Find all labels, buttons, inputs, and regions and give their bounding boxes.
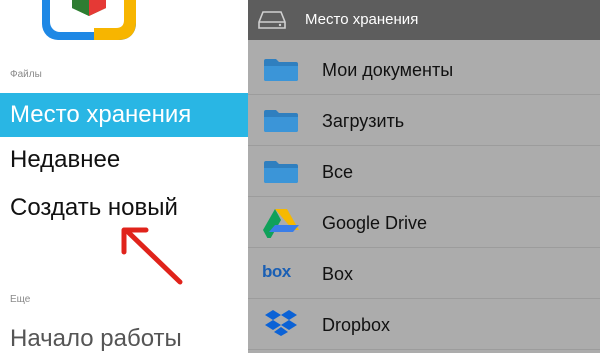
storage-title: Место хранения xyxy=(305,11,419,28)
folder-icon xyxy=(264,110,298,132)
navigation-drawer: Файлы Место хранения Недавнее Создать но… xyxy=(0,0,248,353)
storage-item-all[interactable]: Все xyxy=(248,147,600,197)
storage-header: Место хранения xyxy=(248,0,600,40)
red-arrow-annotation xyxy=(121,227,183,285)
storage-item-label: Dropbox xyxy=(322,315,391,335)
storage-item-label: Загрузить xyxy=(322,111,405,131)
storage-item-google-drive[interactable]: Google Drive xyxy=(248,198,600,248)
dropbox-icon xyxy=(265,310,297,336)
hard-drive-icon xyxy=(258,11,286,29)
more-section-label: Еще xyxy=(10,294,31,305)
storage-item-label: Box xyxy=(322,264,354,284)
storage-item-label: Google Drive xyxy=(322,213,428,233)
box-icon: box xyxy=(262,262,291,281)
folder-icon xyxy=(264,161,298,183)
storage-item-download[interactable]: Загрузить xyxy=(248,96,600,146)
storage-panel: Место хранения Мои документы Загрузить В… xyxy=(248,0,600,353)
folder-icon xyxy=(264,59,298,81)
nav-item-getting-started[interactable]: Начало работы xyxy=(0,317,248,361)
storage-item-label: Все xyxy=(322,162,354,182)
storage-item-dropbox[interactable]: Dropbox xyxy=(248,300,600,350)
files-section-label: Файлы xyxy=(10,69,42,80)
nav-item-recent[interactable]: Недавнее xyxy=(0,138,248,182)
storage-item-box[interactable]: box Box xyxy=(248,249,600,299)
app-logo xyxy=(42,0,136,40)
google-drive-icon xyxy=(263,209,299,238)
storage-item-my-documents[interactable]: Мои документы xyxy=(248,45,600,95)
nav-item-storage[interactable]: Место хранения xyxy=(0,93,248,137)
storage-item-label: Мои документы xyxy=(322,60,454,80)
